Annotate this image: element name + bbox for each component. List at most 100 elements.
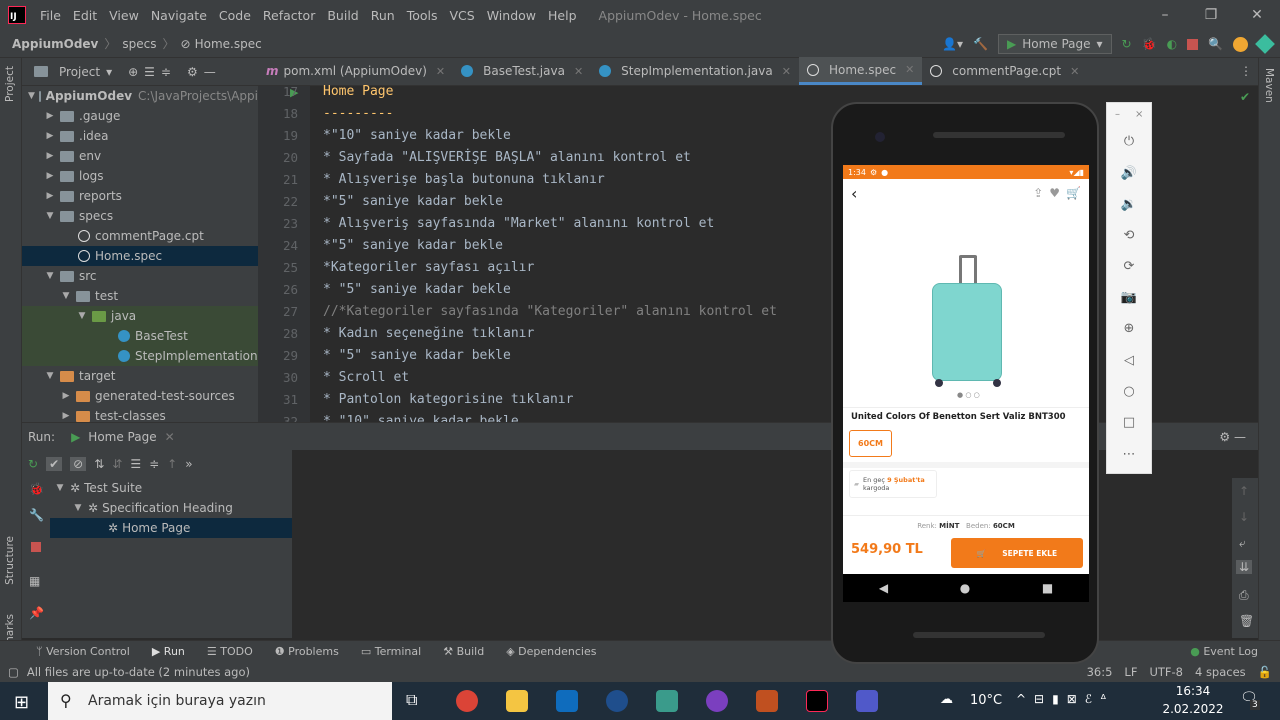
run-config-select[interactable]: ▶ Home Page ▾ (997, 34, 1112, 54)
tree-item-java[interactable]: ▼ java (22, 306, 258, 326)
breadcrumb-specs[interactable]: specs (122, 37, 156, 51)
debug-icon[interactable]: 🐞 (1142, 37, 1157, 51)
task-view-icon[interactable]: ⧉ (406, 690, 428, 712)
tree-item-basetest[interactable]: BaseTest (22, 326, 258, 346)
camera-icon[interactable]: 📷 (1120, 289, 1138, 307)
menu-tools[interactable]: Tools (407, 8, 438, 23)
lock-icon[interactable]: 🔓 (1258, 665, 1272, 679)
power-icon[interactable]: ⏻ (1120, 133, 1138, 151)
file-explorer-icon[interactable] (506, 690, 528, 712)
close-icon[interactable]: ✕ (1234, 7, 1280, 23)
back-arrow-icon[interactable]: ‹ (851, 184, 857, 203)
nav-back-icon[interactable]: ◀ (879, 581, 888, 595)
taskbar-search[interactable]: ⚲ Aramak için buraya yazın (48, 682, 392, 720)
system-tray-icons[interactable]: ^⊟▮⊠ℰᐞ (1016, 692, 1115, 706)
arrow-up-icon[interactable]: ↑ (1239, 484, 1249, 498)
windows-start-icon[interactable]: ⊞ (14, 692, 29, 713)
event-log-tab[interactable]: ● Event Log (1190, 645, 1258, 658)
update-icon[interactable] (1233, 36, 1248, 52)
tree-item-commentpage[interactable]: commentPage.cpt (22, 226, 258, 246)
nav-recents-icon[interactable]: ■ (1042, 581, 1053, 595)
minimize-icon[interactable]: – (1142, 7, 1188, 23)
tree-item-home-spec[interactable]: Home.spec (22, 246, 258, 266)
menu-build[interactable]: Build (327, 8, 358, 23)
app-icon[interactable] (606, 690, 628, 712)
show-passed-icon[interactable]: ✔ (46, 457, 63, 471)
bug-icon[interactable]: 🐞 (29, 482, 44, 496)
project-tool-tab[interactable]: Project (4, 66, 16, 102)
scroll-end-icon[interactable]: ⇊ (1236, 560, 1253, 574)
target-icon[interactable]: ⊕ (128, 65, 138, 79)
print-icon[interactable]: ⎙ (1239, 588, 1249, 603)
more-icon[interactable]: ⋯ (1120, 446, 1138, 464)
add-to-cart-button[interactable]: 🛒 SEPETE EKLE (951, 538, 1083, 568)
wrench-icon[interactable]: 🔧 (29, 508, 44, 522)
soft-wrap-icon[interactable]: ⤶ (1239, 536, 1246, 551)
weather-temp[interactable]: 10°C (970, 693, 1002, 708)
hammer-icon[interactable]: 🔨 (973, 37, 988, 51)
caret-position[interactable]: 36:5 (1087, 665, 1113, 679)
close-icon[interactable]: ✕ (165, 430, 175, 444)
structure-tool-tab[interactable]: Structure (4, 536, 16, 585)
problems-tab[interactable]: ❶ Problems (275, 645, 339, 658)
arrow-up-icon[interactable]: ↑ (167, 457, 177, 471)
close-icon[interactable]: ✕ (1070, 65, 1079, 78)
tree-item-src[interactable]: ▼ src (22, 266, 258, 286)
back-icon[interactable]: ◁ (1120, 352, 1138, 370)
run-tool-tab[interactable]: ▶ Run (152, 645, 185, 658)
rotate-left-icon[interactable]: ⟲ (1120, 227, 1138, 245)
close-icon[interactable]: ✕ (574, 65, 583, 78)
hide-icon[interactable]: — (204, 65, 216, 79)
run-console[interactable] (292, 478, 1258, 638)
close-icon[interactable]: ✕ (782, 65, 791, 78)
close-icon[interactable]: × (1135, 109, 1143, 120)
file-encoding[interactable]: UTF-8 (1149, 665, 1183, 679)
heart-icon[interactable]: ♥ (1049, 186, 1060, 200)
clock-time[interactable]: 16:34 (1168, 684, 1218, 698)
sort-alpha-icon[interactable]: ⇅ (94, 457, 104, 471)
tree-item-idea[interactable]: ▶ .idea (22, 126, 258, 146)
app-icon[interactable] (706, 690, 728, 712)
zoom-icon[interactable]: ⊕ (1120, 320, 1138, 338)
minimize-icon[interactable]: – (1115, 109, 1120, 120)
size-option-60cm[interactable]: 60CM (849, 430, 892, 457)
overview-icon[interactable]: □ (1120, 414, 1138, 432)
product-image[interactable]: ● ○ ○ (843, 207, 1089, 407)
expand-all-icon[interactable]: ☰ (144, 65, 155, 79)
terminal-tab[interactable]: ▭ Terminal (361, 645, 421, 658)
rerun-icon[interactable]: ↻ (1122, 37, 1132, 51)
close-icon[interactable]: ✕ (905, 63, 914, 76)
menu-window[interactable]: Window (487, 8, 536, 23)
trash-icon[interactable]: 🗑 (1239, 614, 1254, 628)
tree-item-test[interactable]: ▼ test (22, 286, 258, 306)
mail-icon[interactable] (556, 690, 578, 712)
maven-tool-tab[interactable]: Maven (1263, 68, 1275, 103)
menu-run[interactable]: Run (371, 8, 395, 23)
project-panel-title[interactable]: Project (59, 65, 100, 79)
close-icon[interactable]: ✕ (436, 65, 445, 78)
chevron-down-icon[interactable]: ▾ (106, 65, 112, 79)
user-icon[interactable]: 👤▾ (942, 37, 963, 51)
dependencies-tab[interactable]: ◈ Dependencies (506, 645, 596, 658)
breadcrumb-file[interactable]: Home.spec (195, 37, 262, 51)
search-icon[interactable]: 🔍 (1208, 37, 1223, 51)
tree-item-specs[interactable]: ▼ specs (22, 206, 258, 226)
line-separator[interactable]: LF (1124, 665, 1137, 679)
share-icon[interactable]: ⇪ (1033, 186, 1043, 200)
spec-heading-row[interactable]: ▼ ✲ Specification Heading (50, 498, 292, 518)
menu-file[interactable]: File (40, 8, 61, 23)
tree-item-test-classes[interactable]: ▶ test-classes (22, 406, 258, 422)
chrome-icon[interactable] (456, 690, 478, 712)
tree-item-logs[interactable]: ▶ logs (22, 166, 258, 186)
version-control-tab[interactable]: ᛘ Version Control (36, 645, 130, 658)
menu-code[interactable]: Code (219, 8, 251, 23)
gear-icon[interactable]: ⚙ (187, 65, 198, 79)
tree-item-env[interactable]: ▶ env (22, 146, 258, 166)
sort-duration-icon[interactable]: ⇵ (112, 457, 122, 471)
cart-icon[interactable]: 🛒 (1066, 186, 1081, 200)
menu-edit[interactable]: Edit (73, 8, 97, 23)
collapse-all-icon[interactable]: ≑ (149, 457, 159, 471)
nav-home-icon[interactable]: ● (960, 581, 970, 595)
menu-help[interactable]: Help (548, 8, 577, 23)
test-suite-row[interactable]: ▼ ✲ Test Suite (50, 478, 292, 498)
